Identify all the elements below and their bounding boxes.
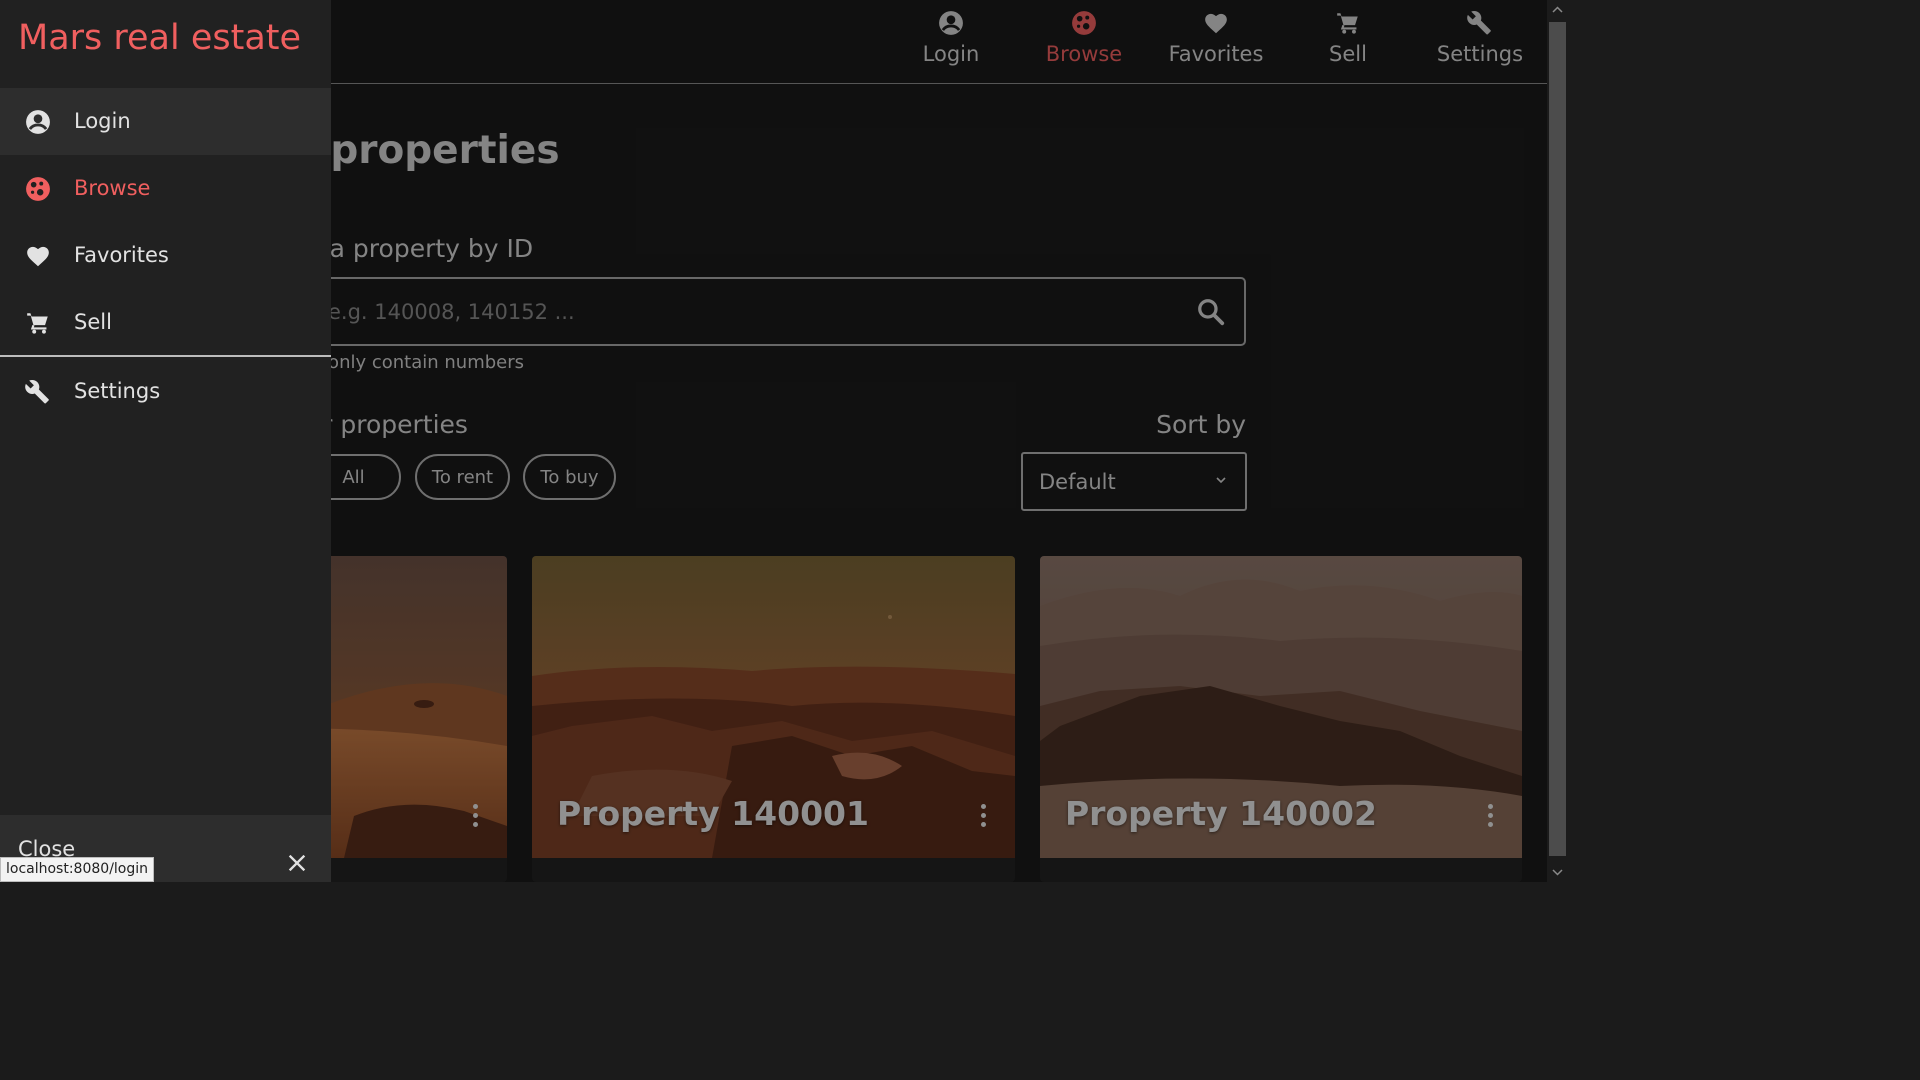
drawer-item-browse[interactable]: Browse [0,155,331,222]
drawer-brand-title: Mars real estate [18,18,302,58]
scrollbar-thumb[interactable] [1549,22,1566,856]
drawer-item-browse-label: Browse [74,176,151,200]
drawer-item-settings[interactable]: Settings [0,358,331,425]
drawer-item-settings-label: Settings [74,379,161,403]
page-scrollbar[interactable] [1547,0,1568,882]
drawer-scrim[interactable] [331,0,1547,882]
drawer-item-login-label: Login [74,109,131,133]
wrench-icon [25,379,49,404]
drawer-item-sell[interactable]: Sell [0,289,331,356]
drawer-item-favorites[interactable]: Favorites [0,222,331,289]
status-bar-url: localhost:8080/login [0,857,155,882]
drawer-item-favorites-label: Favorites [74,243,169,267]
scroll-down-arrow-icon[interactable] [1547,862,1568,882]
drawer-item-sell-label: Sell [74,310,112,334]
heart-icon [27,246,49,267]
close-icon [288,854,306,872]
scroll-up-arrow-icon[interactable] [1547,0,1568,20]
drawer-item-login[interactable]: Login [0,88,331,155]
cart-icon [27,313,48,334]
drawer-divider [0,355,331,357]
account-icon [26,110,50,134]
navigation-drawer: Mars real estate Login Browse Favorites … [0,0,331,882]
planet-icon [26,177,50,201]
